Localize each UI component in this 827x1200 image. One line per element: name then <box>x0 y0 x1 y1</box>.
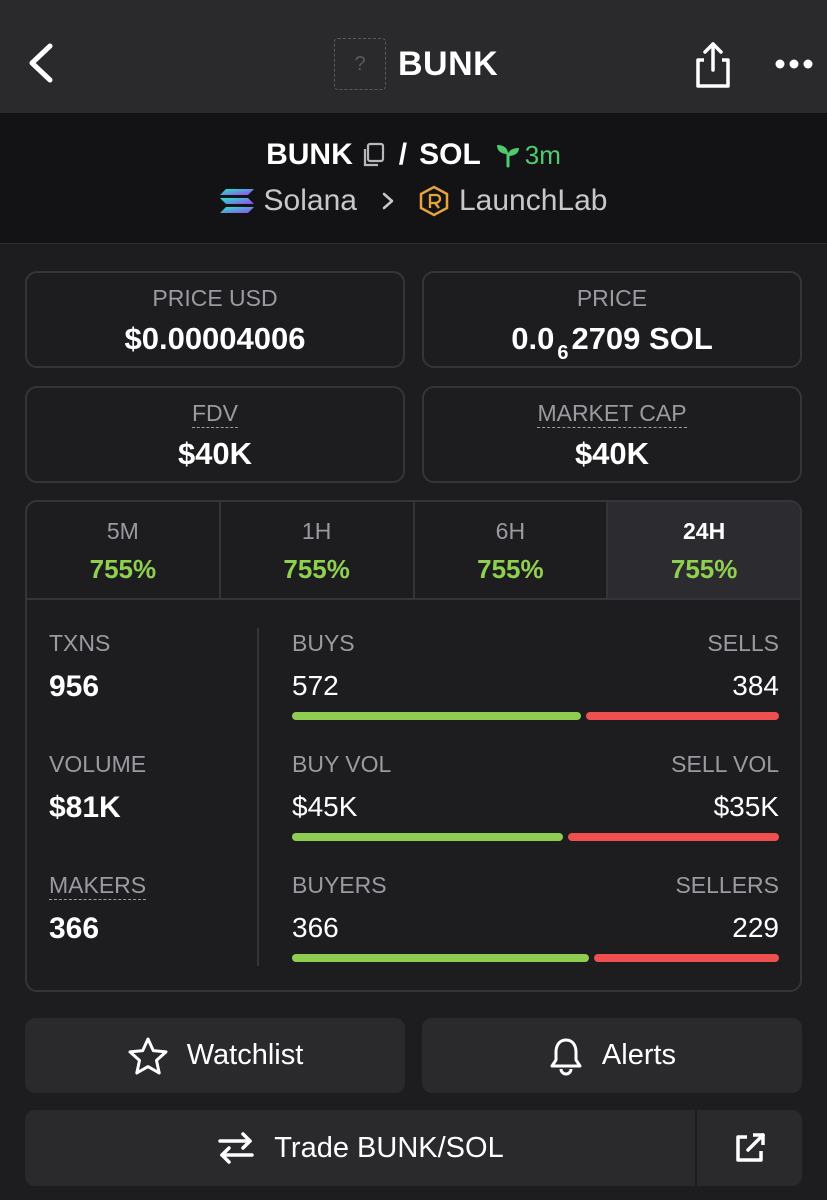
sell-vol-value: $35K <box>713 791 779 822</box>
volume-label: VOLUME <box>49 751 147 777</box>
buy-vol-bar-fill <box>292 833 563 841</box>
price-native-label: PRICE <box>576 285 648 311</box>
page-title: BUNK <box>398 44 499 83</box>
makers-value: 366 <box>49 912 100 945</box>
top-bar: ? BUNK <box>0 0 827 113</box>
dex-link[interactable]: LaunchLab <box>459 184 607 218</box>
txns-value: 956 <box>49 670 100 703</box>
alerts-label: Alerts <box>601 1039 677 1071</box>
tab-6h[interactable]: 6H 755% <box>415 502 609 598</box>
trade-bar: Trade BUNK/SOL <box>25 1110 802 1186</box>
external-link-button[interactable] <box>697 1110 802 1186</box>
share-icon <box>696 42 730 88</box>
pair-age: 3m <box>524 139 561 170</box>
buyers-label: BUYERS <box>292 872 387 898</box>
quote-token: SOL <box>419 138 481 171</box>
sellers-bar-fill <box>594 954 779 962</box>
tab-label: 5M <box>106 518 139 544</box>
buys-bar-fill <box>292 712 581 720</box>
alerts-button[interactable]: Alerts <box>422 1018 802 1093</box>
volume-value: $81K <box>49 791 121 824</box>
tab-label: 1H <box>301 518 332 544</box>
sell-vol-bar-fill <box>568 833 779 841</box>
base-token: BUNK <box>266 138 353 171</box>
price-native-value: 0.0 62709 SOL <box>424 321 800 364</box>
price-usd-label: PRICE USD <box>152 285 278 311</box>
title-area: ? BUNK <box>334 38 498 90</box>
tab-change: 755% <box>283 554 350 584</box>
column-divider <box>257 628 259 966</box>
launchlab-icon <box>419 185 449 217</box>
price-prefix: 0.0 <box>511 321 555 356</box>
pair-slash: / <box>398 138 408 171</box>
solana-icon <box>219 189 254 213</box>
pair-header: BUNK / SOL 3m Solana LaunchLab <box>0 113 827 244</box>
tab-label: 6H <box>495 518 526 544</box>
chevron-left-icon <box>29 43 53 83</box>
timeframe-tabs: 5M 755% 1H 755% 6H 755% 24H 755% <box>27 502 800 600</box>
buys-value: 572 <box>292 670 339 701</box>
buys-sells-split: BUYS SELLS 572 384 <box>292 630 779 730</box>
buy-vol-label: BUY VOL <box>292 751 392 777</box>
buyers-sellers-split: BUYERS SELLERS 366 229 <box>292 872 779 972</box>
fdv-value: $40K <box>177 436 253 471</box>
tab-5m[interactable]: 5M 755% <box>27 502 221 598</box>
makers-label[interactable]: MAKERS <box>49 872 147 900</box>
more-dots-icon <box>775 59 813 69</box>
price-zero-count: 6 <box>557 342 569 364</box>
watchlist-label: Watchlist <box>186 1039 304 1071</box>
price-digits: 2709 SOL <box>571 321 713 356</box>
sells-bar-fill <box>586 712 779 720</box>
tab-change: 755% <box>89 554 157 584</box>
market-cap-card[interactable]: MARKET CAP $40K <box>422 386 802 483</box>
price-usd-card: PRICE USD $0.00004006 <box>25 271 405 368</box>
pair-line: BUNK / SOL 3m <box>0 135 827 175</box>
tab-change: 755% <box>670 554 738 584</box>
tab-change: 755% <box>477 554 544 584</box>
buys-sells-bar <box>292 712 779 720</box>
fdv-card[interactable]: FDV $40K <box>25 386 405 483</box>
sellers-value: 229 <box>732 912 779 943</box>
sells-value: 384 <box>732 670 779 701</box>
buy-vol-value: $45K <box>292 791 358 822</box>
swap-arrows-icon <box>218 1132 255 1164</box>
breadcrumb: Solana LaunchLab <box>0 179 827 223</box>
sellers-label: SELLERS <box>675 872 779 898</box>
back-button[interactable] <box>22 40 62 86</box>
share-button[interactable] <box>690 40 736 90</box>
buys-label: BUYS <box>292 630 355 656</box>
buyers-value: 366 <box>292 912 339 943</box>
chevron-right-icon <box>382 192 394 210</box>
external-link-icon <box>735 1133 765 1162</box>
tab-24h[interactable]: 24H 755% <box>608 502 800 598</box>
buyers-bar-fill <box>292 954 589 962</box>
chain-link[interactable]: Solana <box>264 184 357 218</box>
token-placeholder-icon: ? <box>334 38 386 90</box>
bell-icon <box>550 1038 582 1076</box>
market-cap-label: MARKET CAP <box>537 400 687 428</box>
price-native-card: PRICE 0.0 62709 SOL <box>422 271 802 368</box>
sells-label: SELLS <box>707 630 779 656</box>
more-options-button[interactable] <box>772 54 816 74</box>
txns-label: TXNS <box>49 630 111 656</box>
fdv-label: FDV <box>192 400 238 428</box>
market-cap-label-wrap: MARKET CAP <box>424 400 800 428</box>
trade-label: Trade BUNK/SOL <box>274 1131 504 1164</box>
copy-icon[interactable] <box>361 142 385 168</box>
market-cap-value: $40K <box>574 436 650 471</box>
token-placeholder-glyph: ? <box>354 52 366 75</box>
fdv-label-wrap: FDV <box>27 400 403 428</box>
txn-stats-panel: 5M 755% 1H 755% 6H 755% 24H 755% TXNS 95… <box>25 500 802 992</box>
watchlist-button[interactable]: Watchlist <box>25 1018 405 1093</box>
sell-vol-label: SELL VOL <box>671 751 779 777</box>
buyvol-sellvol-split: BUY VOL SELL VOL $45K $35K <box>292 751 779 851</box>
buyers-bar <box>292 954 779 962</box>
price-usd-value: $0.00004006 <box>124 321 306 356</box>
tab-label: 24H <box>683 518 726 544</box>
sprout-icon <box>496 145 519 168</box>
trade-button[interactable]: Trade BUNK/SOL <box>25 1110 695 1186</box>
tab-1h[interactable]: 1H 755% <box>221 502 415 598</box>
volume-bar <box>292 833 779 841</box>
star-icon <box>128 1037 168 1074</box>
